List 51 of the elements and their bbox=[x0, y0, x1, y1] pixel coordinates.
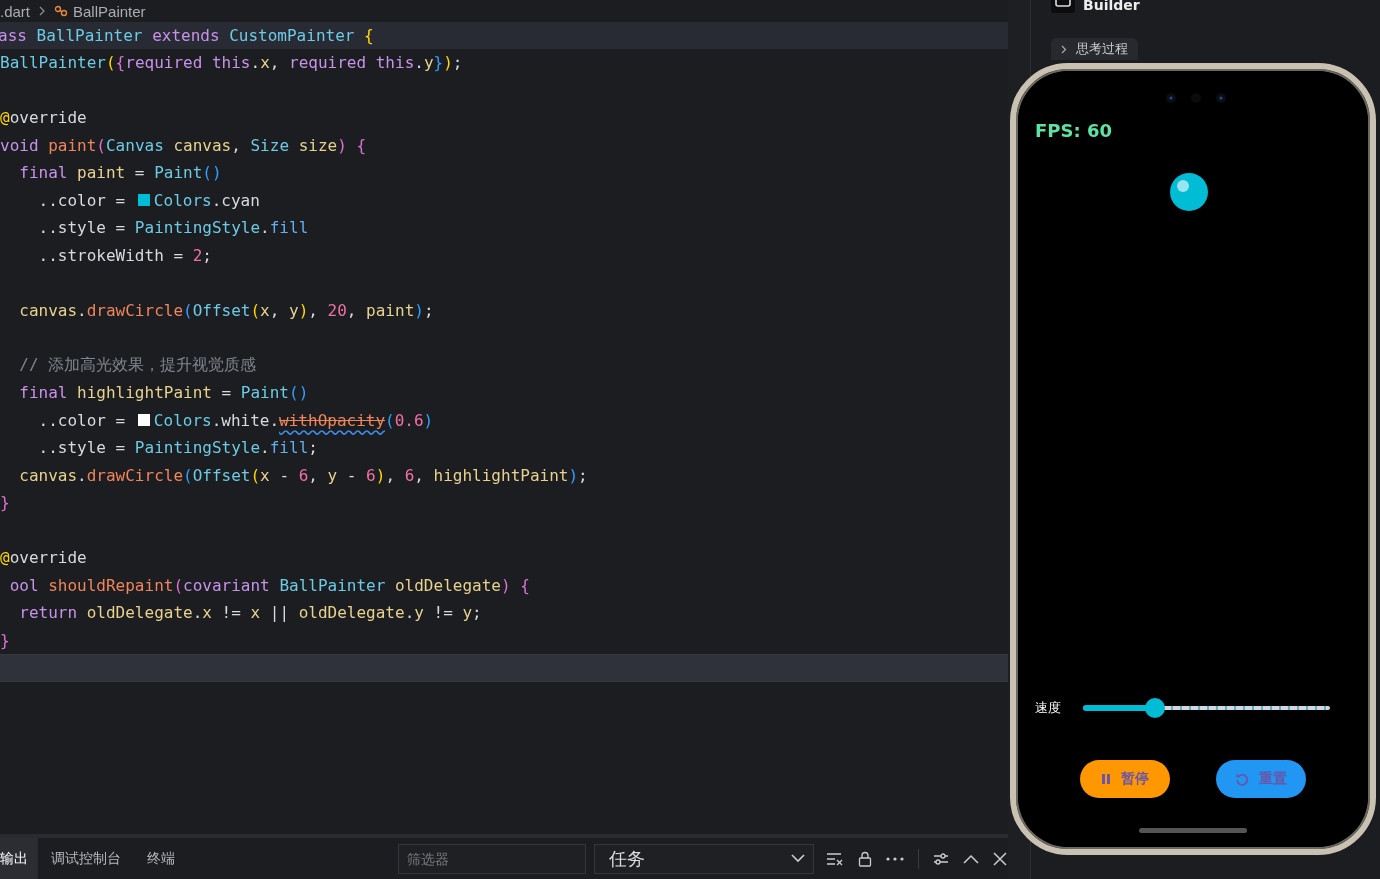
breadcrumb-symbol[interactable]: BallPainter bbox=[73, 2, 146, 20]
dropdown-value: 任务 bbox=[609, 846, 645, 871]
speed-slider[interactable] bbox=[1083, 698, 1330, 718]
pause-icon bbox=[1101, 773, 1111, 785]
code-line: BallPainter({required this.x, required this.y}); bbox=[0, 53, 463, 73]
close-icon[interactable] bbox=[993, 851, 1007, 866]
code-line: final highlightPaint = Paint() bbox=[18, 383, 309, 403]
chevron-up-icon[interactable] bbox=[963, 853, 979, 864]
code-line: ..style = PaintingStyle.fill; bbox=[37, 438, 318, 458]
camera-icon bbox=[1165, 92, 1227, 104]
code-line: Colors.white.withOpacity(0.6) bbox=[153, 410, 434, 430]
code-line: // 添加高光效果，提升视觉质感 bbox=[18, 354, 257, 376]
slider-label: 速度 bbox=[1035, 699, 1061, 717]
code-line: final paint = Paint() bbox=[18, 163, 222, 183]
code-line: ..color = bbox=[37, 190, 127, 210]
robot-icon bbox=[1051, 0, 1075, 13]
code-line: @override bbox=[0, 548, 87, 568]
code-line: canvas.drawCircle(Offset(x - 6, y - 6), 6, highlightPaint); bbox=[18, 465, 588, 485]
color-swatch[interactable] bbox=[137, 414, 150, 427]
clear-output-icon[interactable] bbox=[826, 851, 844, 866]
code-line: } bbox=[0, 493, 10, 513]
code-line: ..strokeWidth = 2; bbox=[37, 245, 212, 265]
class-symbol-icon bbox=[54, 5, 68, 17]
code-line: @override bbox=[0, 108, 87, 128]
chevron-down-icon bbox=[791, 854, 805, 863]
ball-drawing bbox=[1169, 172, 1209, 212]
panel-tab[interactable]: 终端 bbox=[134, 838, 188, 879]
fps-counter: FPS: 60 bbox=[1035, 120, 1113, 141]
breadcrumb-file[interactable]: .dart bbox=[0, 2, 30, 20]
lock-icon[interactable] bbox=[858, 850, 872, 867]
settings-sliders-icon[interactable] bbox=[933, 851, 949, 866]
code-line: return oldDelegate.x != x || oldDelegate.y != y; bbox=[18, 603, 482, 623]
panel-title: Builder bbox=[1083, 0, 1140, 13]
code-line: ..style = PaintingStyle.fill bbox=[37, 218, 309, 238]
filter-field[interactable]: 筛选器 bbox=[398, 843, 586, 874]
more-icon[interactable] bbox=[886, 856, 904, 861]
code-line: canvas.drawCircle(Offset(x, y), 20, paint); bbox=[18, 300, 434, 320]
thinking-toggle[interactable]: 思考过程 bbox=[1051, 38, 1138, 60]
code-line: ..color = bbox=[37, 410, 127, 430]
code-line: ool shouldRepaint(covariant BallPainter oldDelegate) { bbox=[8, 575, 530, 595]
task-dropdown[interactable]: 任务 bbox=[594, 843, 814, 874]
panel-tab[interactable]: 调试控制台 bbox=[38, 838, 134, 879]
code-line: Colors.cyan bbox=[153, 190, 260, 210]
code-line: } bbox=[0, 630, 10, 650]
code-line: void paint(Canvas canvas, Size size) { bbox=[0, 135, 367, 155]
panel-tab[interactable]: 输出 bbox=[0, 838, 38, 879]
slider-thumb[interactable] bbox=[1144, 698, 1165, 718]
chevron-right-icon bbox=[1061, 44, 1067, 54]
refresh-icon bbox=[1235, 772, 1249, 786]
color-swatch[interactable] bbox=[137, 194, 150, 207]
chevron-right-icon bbox=[38, 6, 46, 16]
